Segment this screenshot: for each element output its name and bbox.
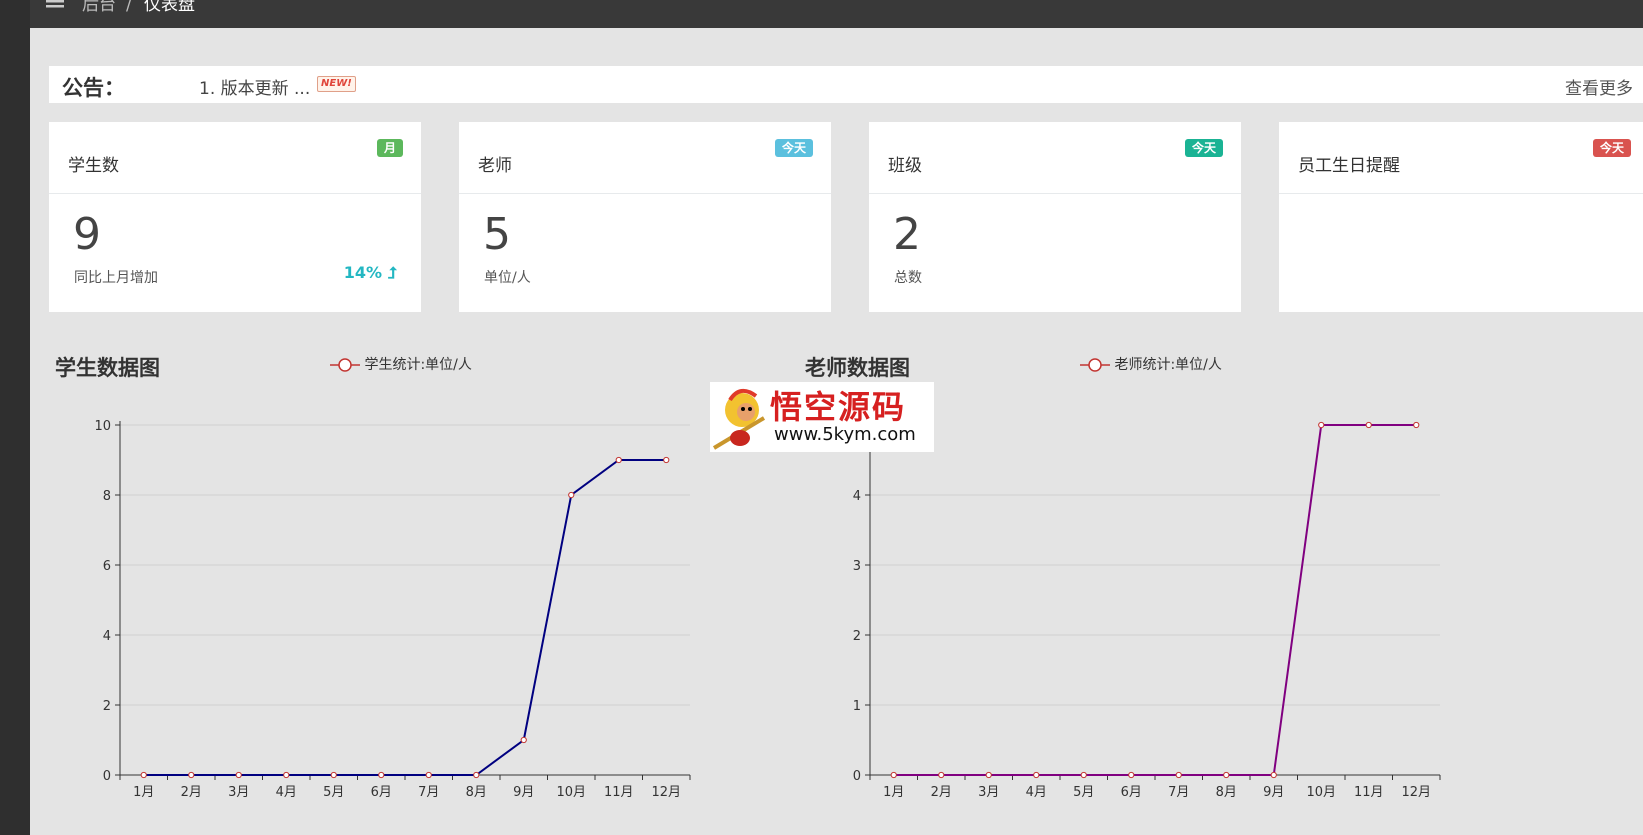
y-tick-label: 4 xyxy=(853,489,861,504)
data-point xyxy=(1223,771,1230,779)
data-point xyxy=(938,771,945,779)
series-line xyxy=(893,424,1417,776)
x-tick-label: 5月 xyxy=(1073,785,1094,800)
watermark-logo: 悟空源码 www.5kym.com xyxy=(710,382,934,452)
x-tick-label: 1月 xyxy=(883,785,904,800)
x-tick-label: 6月 xyxy=(1121,785,1142,800)
y-tick-label: 3 xyxy=(853,559,861,574)
x-tick-label: 2月 xyxy=(931,785,952,800)
data-point xyxy=(1080,771,1087,779)
data-point xyxy=(1270,771,1277,779)
y-tick-label: 2 xyxy=(853,629,861,644)
data-point xyxy=(1033,771,1040,779)
x-tick-label: 7月 xyxy=(1168,785,1189,800)
x-tick-label: 11月 xyxy=(1354,785,1384,800)
data-point xyxy=(1413,421,1420,429)
x-tick-label: 12月 xyxy=(1401,785,1431,800)
data-point xyxy=(1365,421,1372,429)
x-tick-label: 9月 xyxy=(1263,785,1284,800)
data-point xyxy=(985,771,992,779)
watermark-title: 悟空源码 xyxy=(770,388,907,426)
x-tick-label: 10月 xyxy=(1306,785,1336,800)
monkey-logo-icon xyxy=(712,388,766,450)
x-tick-label: 4月 xyxy=(1026,785,1047,800)
y-tick-label: 0 xyxy=(853,769,861,784)
y-tick-label: 1 xyxy=(853,699,861,714)
data-point xyxy=(1318,421,1325,429)
data-point xyxy=(1128,771,1135,779)
x-tick-label: 3月 xyxy=(978,785,999,800)
data-point xyxy=(1175,771,1182,779)
watermark-url: www.5kym.com xyxy=(774,424,916,445)
x-tick-label: 8月 xyxy=(1216,785,1237,800)
data-point xyxy=(890,771,897,779)
